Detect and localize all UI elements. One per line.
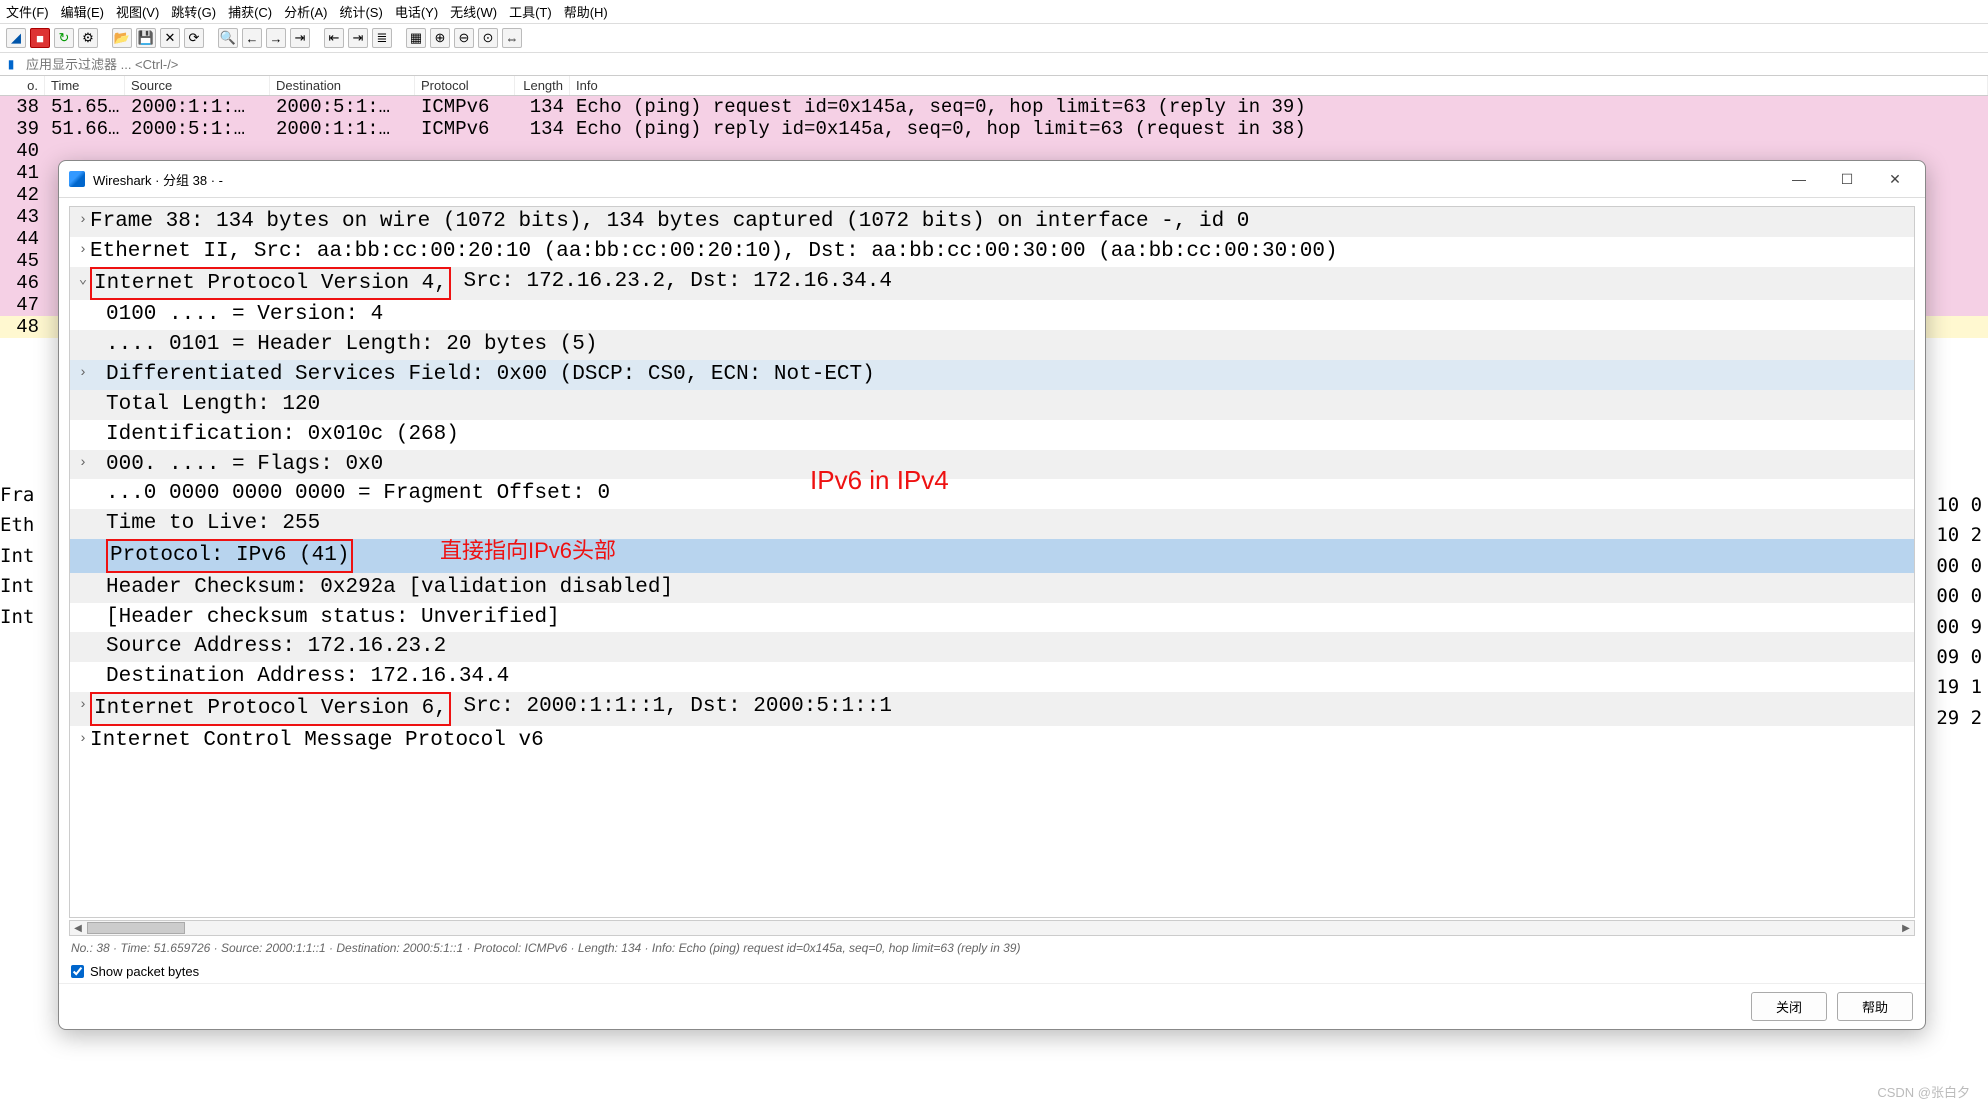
ipv4-hlen[interactable]: .... 0101 = Header Length: 20 bytes (5)	[90, 330, 597, 360]
collapse-icon[interactable]: ⌄	[76, 271, 90, 291]
first-icon[interactable]: ⇤	[324, 28, 344, 48]
ipv4-dsf[interactable]: Differentiated Services Field: 0x00 (DSC…	[90, 360, 875, 390]
options-icon[interactable]: ⚙	[78, 28, 98, 48]
menu-help[interactable]: 帮助(H)	[564, 2, 608, 21]
menu-view[interactable]: 视图(V)	[116, 2, 159, 21]
ipv4-version[interactable]: 0100 .... = Version: 4	[90, 300, 383, 330]
col-destination[interactable]: Destination	[270, 76, 415, 95]
zoom-reset-icon[interactable]: ⊙	[478, 28, 498, 48]
autoscroll-icon[interactable]: ≣	[372, 28, 392, 48]
bookmark-icon[interactable]: ▮	[0, 53, 22, 75]
horizontal-scrollbar[interactable]: ◀ ▶	[69, 920, 1915, 936]
packet-row[interactable]: 40	[0, 140, 1988, 162]
frame-line[interactable]: Frame 38: 134 bytes on wire (1072 bits),…	[90, 207, 1249, 237]
expand-icon[interactable]: ›	[76, 241, 90, 261]
close-button[interactable]: 关闭	[1751, 992, 1827, 1021]
save-icon[interactable]: 💾	[136, 28, 156, 48]
scroll-left-icon[interactable]: ◀	[70, 921, 86, 935]
ipv4-protocol[interactable]: Protocol: IPv6 (41)	[106, 539, 353, 573]
zoom-in-icon[interactable]: ⊕	[430, 28, 450, 48]
ipv6-header-label[interactable]: Internet Protocol Version 6,	[90, 692, 451, 726]
expand-icon[interactable]: ›	[76, 364, 90, 384]
menu-stats[interactable]: 统计(S)	[339, 2, 382, 21]
ipv6-header-rest[interactable]: Src: 2000:1:1::1, Dst: 2000:5:1::1	[451, 692, 892, 722]
open-icon[interactable]: 📂	[112, 28, 132, 48]
zoom-out-icon[interactable]: ⊖	[454, 28, 474, 48]
col-no[interactable]: o.	[0, 76, 45, 95]
col-source[interactable]: Source	[125, 76, 270, 95]
ipv4-checksum[interactable]: Header Checksum: 0x292a [validation disa…	[90, 573, 673, 603]
col-info[interactable]: Info	[570, 76, 1988, 95]
menu-edit[interactable]: 编辑(E)	[61, 2, 104, 21]
display-filter-input[interactable]	[22, 54, 1988, 75]
restart-capture-icon[interactable]: ↻	[54, 28, 74, 48]
close-icon[interactable]: ✕	[160, 28, 180, 48]
ipv4-header-label[interactable]: Internet Protocol Version 4,	[90, 267, 451, 301]
menu-phone[interactable]: 电话(Y)	[395, 2, 438, 21]
ipv4-identification[interactable]: Identification: 0x010c (268)	[90, 420, 459, 450]
last-icon[interactable]: ⇥	[348, 28, 368, 48]
col-time[interactable]: Time	[45, 76, 125, 95]
next-icon[interactable]: →	[266, 28, 286, 48]
menu-wireless[interactable]: 无线(W)	[450, 2, 497, 21]
close-window-button[interactable]: ✕	[1875, 167, 1915, 191]
wireshark-icon	[69, 171, 85, 187]
expand-icon[interactable]: ›	[76, 696, 90, 716]
show-packet-bytes-checkbox[interactable]	[71, 965, 84, 978]
packet-dialog: Wireshark · 分组 38 · - — ☐ ✕ ›Frame 38: 1…	[58, 160, 1926, 1030]
toolbar: ◢ ■ ↻ ⚙ 📂 💾 ✕ ⟳ 🔍 ← → ⇥ ⇤ ⇥ ≣ ▦ ⊕ ⊖ ⊙ ⇔	[0, 24, 1988, 53]
prev-icon[interactable]: ←	[242, 28, 262, 48]
ipv4-total-length[interactable]: Total Length: 120	[90, 390, 320, 420]
ipv4-ttl[interactable]: Time to Live: 255	[90, 509, 320, 539]
menu-file[interactable]: 文件(F)	[6, 2, 49, 21]
ipv4-checksum-status[interactable]: [Header checksum status: Unverified]	[90, 603, 560, 633]
reload-icon[interactable]: ⟳	[184, 28, 204, 48]
packet-list-header: o. Time Source Destination Protocol Leng…	[0, 76, 1988, 96]
find-icon[interactable]: 🔍	[218, 28, 238, 48]
start-capture-icon[interactable]: ◢	[6, 28, 26, 48]
ipv4-src-addr[interactable]: Source Address: 172.16.23.2	[90, 632, 446, 662]
col-protocol[interactable]: Protocol	[415, 76, 515, 95]
ipv4-header-rest[interactable]: Src: 172.16.23.2, Dst: 172.16.34.4	[451, 267, 892, 297]
expand-icon[interactable]: ›	[76, 454, 90, 474]
resize-cols-icon[interactable]: ⇔	[502, 28, 522, 48]
dialog-titlebar[interactable]: Wireshark · 分组 38 · - — ☐ ✕	[59, 161, 1925, 198]
filter-bar: ▮	[0, 53, 1988, 76]
show-packet-bytes-label: Show packet bytes	[90, 964, 199, 979]
dialog-status-bar: No.: 38 · Time: 51.659726 · Source: 2000…	[59, 936, 1925, 960]
ipv4-flags[interactable]: 000. .... = Flags: 0x0	[90, 450, 383, 480]
watermark: CSDN @张白夕	[1877, 1082, 1970, 1101]
menu-tools[interactable]: 工具(T)	[509, 2, 552, 21]
expand-icon[interactable]: ›	[76, 211, 90, 231]
menu-bar: 文件(F) 编辑(E) 视图(V) 跳转(G) 捕获(C) 分析(A) 统计(S…	[0, 0, 1988, 24]
packet-detail-tree[interactable]: ›Frame 38: 134 bytes on wire (1072 bits)…	[69, 206, 1915, 918]
ethernet-line[interactable]: Ethernet II, Src: aa:bb:cc:00:20:10 (aa:…	[90, 237, 1338, 267]
menu-analyze[interactable]: 分析(A)	[284, 2, 327, 21]
help-button[interactable]: 帮助	[1837, 992, 1913, 1021]
packet-row[interactable]: 3951.66…2000:5:1:…2000:1:1:…ICMPv6134Ech…	[0, 118, 1988, 140]
minimize-button[interactable]: —	[1779, 167, 1819, 191]
stop-capture-icon[interactable]: ■	[30, 28, 50, 48]
ipv4-dst-addr[interactable]: Destination Address: 172.16.34.4	[90, 662, 509, 692]
col-length[interactable]: Length	[515, 76, 570, 95]
colorize-icon[interactable]: ▦	[406, 28, 426, 48]
dialog-title: Wireshark · 分组 38 · -	[93, 170, 1771, 189]
packet-row[interactable]: 3851.65…2000:1:1:…2000:5:1:…ICMPv6134Ech…	[0, 96, 1988, 118]
ipv4-fragment-offset[interactable]: ...0 0000 0000 0000 = Fragment Offset: 0	[90, 479, 610, 509]
expand-icon[interactable]: ›	[76, 730, 90, 750]
jump-icon[interactable]: ⇥	[290, 28, 310, 48]
detail-pane-labels: Fra Eth Int Int Int	[0, 480, 58, 632]
maximize-button[interactable]: ☐	[1827, 167, 1867, 191]
menu-go[interactable]: 跳转(G)	[171, 2, 216, 21]
scroll-right-icon[interactable]: ▶	[1898, 921, 1914, 935]
icmpv6-line[interactable]: Internet Control Message Protocol v6	[90, 726, 544, 756]
scroll-thumb[interactable]	[87, 922, 185, 934]
menu-capture[interactable]: 捕获(C)	[228, 2, 272, 21]
